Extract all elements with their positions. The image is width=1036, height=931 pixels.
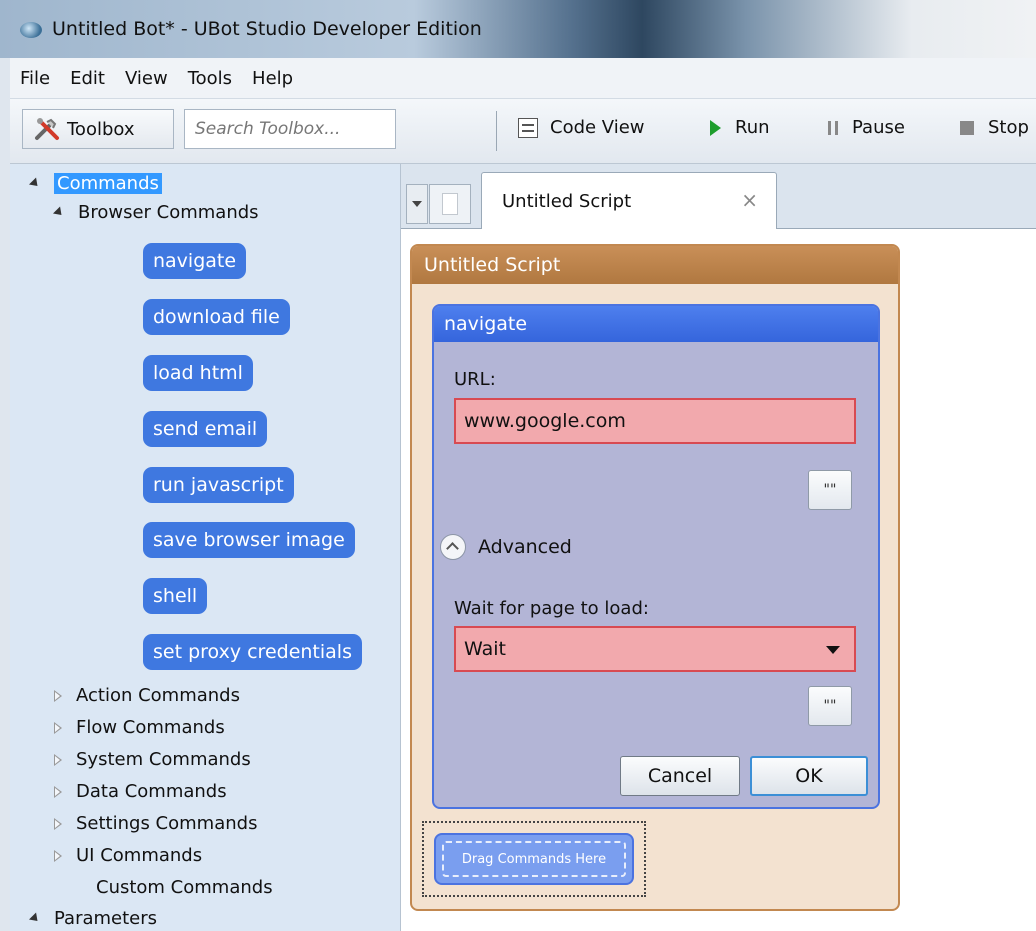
- expanded-arrow-icon: [28, 912, 42, 925]
- run-label: Run: [735, 117, 770, 138]
- chevron-up-icon: [440, 534, 466, 560]
- tree-ui-commands[interactable]: UI Commands: [54, 845, 202, 866]
- tree-group-label: Flow Commands: [76, 717, 225, 738]
- wait-value: Wait: [464, 638, 506, 660]
- menu-file[interactable]: File: [20, 68, 50, 89]
- expanded-arrow-icon: [28, 177, 42, 190]
- close-icon[interactable]: ×: [741, 188, 758, 212]
- url-label: URL:: [454, 369, 496, 390]
- tab-label: Untitled Script: [502, 191, 632, 212]
- command-set-proxy-credentials[interactable]: set proxy credentials: [143, 634, 362, 670]
- script-block: Untitled Script navigate URL: www.google…: [410, 244, 900, 911]
- command-load-html[interactable]: load html: [143, 355, 253, 391]
- tree-group-label: Data Commands: [76, 781, 227, 802]
- app-icon: [20, 22, 42, 38]
- new-page-icon[interactable]: [429, 184, 471, 224]
- collapsed-arrow-icon: [54, 817, 62, 830]
- wait-quote-button[interactable]: "": [808, 686, 852, 726]
- tab-strip: Untitled Script ×: [401, 164, 1036, 229]
- code-view-button[interactable]: Code View: [518, 117, 645, 138]
- tree-parameters-label: Parameters: [54, 908, 158, 929]
- advanced-label: Advanced: [478, 536, 572, 558]
- drop-zone: Drag Commands Here: [422, 821, 646, 897]
- menu-edit[interactable]: Edit: [70, 68, 105, 89]
- play-icon: [710, 119, 721, 136]
- toolbox-label: Toolbox: [67, 118, 135, 140]
- tab-list-dropdown[interactable]: [406, 184, 428, 224]
- stop-icon: [960, 120, 974, 135]
- collapsed-arrow-icon: [54, 849, 62, 862]
- tree-custom-commands-label: Custom Commands: [96, 877, 273, 898]
- expanded-arrow-icon: [52, 206, 66, 219]
- tree-system-commands[interactable]: System Commands: [54, 749, 251, 770]
- tree-custom-commands[interactable]: Custom Commands: [96, 877, 273, 898]
- navigate-command-block: navigate URL: www.google.com "" Advanced…: [432, 304, 880, 809]
- tree-group-label: UI Commands: [76, 845, 203, 866]
- menu-view[interactable]: View: [125, 68, 168, 89]
- collapsed-arrow-icon: [54, 753, 62, 766]
- command-shell[interactable]: shell: [143, 578, 208, 614]
- window-title: Untitled Bot* - UBot Studio Developer Ed…: [52, 18, 482, 40]
- command-navigate[interactable]: navigate: [143, 243, 247, 279]
- advanced-toggle[interactable]: Advanced: [440, 534, 572, 560]
- toolbox-button[interactable]: Toolbox: [22, 109, 174, 149]
- stop-label: Stop: [988, 117, 1029, 138]
- url-quote-button[interactable]: "": [808, 470, 852, 510]
- menu-tools[interactable]: Tools: [188, 68, 232, 89]
- url-field[interactable]: www.google.com: [454, 398, 856, 444]
- tools-icon: [35, 118, 59, 140]
- code-view-icon: [518, 117, 538, 138]
- stop-button[interactable]: Stop: [960, 117, 1029, 138]
- tree-group-label: System Commands: [76, 749, 251, 770]
- tree-group-label: Action Commands: [76, 685, 240, 706]
- title-bar: Untitled Bot* - UBot Studio Developer Ed…: [0, 0, 1036, 58]
- command-send-email[interactable]: send email: [143, 411, 268, 447]
- tab-untitled-script[interactable]: Untitled Script ×: [481, 172, 777, 229]
- tree-settings-commands[interactable]: Settings Commands: [54, 813, 257, 834]
- menu-help[interactable]: Help: [252, 68, 293, 89]
- tree-browser-commands[interactable]: Browser Commands: [52, 202, 259, 223]
- tree-flow-commands[interactable]: Flow Commands: [54, 717, 225, 738]
- toolbox-panel: Commands Browser Commands navigate downl…: [10, 164, 401, 931]
- wait-select[interactable]: Wait: [454, 626, 856, 672]
- tree-browser-commands-label: Browser Commands: [78, 202, 259, 223]
- collapsed-arrow-icon: [54, 721, 62, 734]
- pause-icon: [828, 120, 838, 135]
- command-save-browser-image[interactable]: save browser image: [143, 522, 355, 558]
- tree-group-label: Settings Commands: [76, 813, 258, 834]
- script-title: Untitled Script: [412, 246, 898, 284]
- wait-label: Wait for page to load:: [454, 598, 649, 619]
- tree-parameters[interactable]: Parameters: [28, 908, 158, 929]
- run-button[interactable]: Run: [710, 117, 770, 138]
- collapsed-arrow-icon: [54, 689, 62, 702]
- command-run-javascript[interactable]: run javascript: [143, 467, 294, 503]
- menu-bar: File Edit View Tools Help: [10, 58, 1036, 99]
- pause-button[interactable]: Pause: [828, 117, 905, 138]
- tree-commands[interactable]: Commands: [28, 173, 162, 194]
- ok-button[interactable]: OK: [750, 756, 868, 796]
- command-download-file[interactable]: download file: [143, 299, 290, 335]
- script-editor: Untitled Script navigate URL: www.google…: [401, 229, 1036, 931]
- tree-commands-label: Commands: [54, 173, 162, 194]
- collapsed-arrow-icon: [54, 785, 62, 798]
- toolbar: Toolbox Search Toolbox... Code View Run …: [10, 99, 1036, 164]
- drag-commands-target[interactable]: Drag Commands Here: [434, 833, 634, 885]
- toolbar-separator: [496, 111, 497, 151]
- tree-data-commands[interactable]: Data Commands: [54, 781, 227, 802]
- command-title: navigate: [434, 306, 878, 342]
- drag-commands-label: Drag Commands Here: [442, 841, 626, 877]
- dropdown-arrow-icon: [826, 646, 840, 654]
- search-toolbox-input[interactable]: Search Toolbox...: [184, 109, 396, 149]
- cancel-button[interactable]: Cancel: [620, 756, 740, 796]
- pause-label: Pause: [852, 117, 905, 138]
- tree-action-commands[interactable]: Action Commands: [54, 685, 240, 706]
- code-view-label: Code View: [550, 117, 645, 138]
